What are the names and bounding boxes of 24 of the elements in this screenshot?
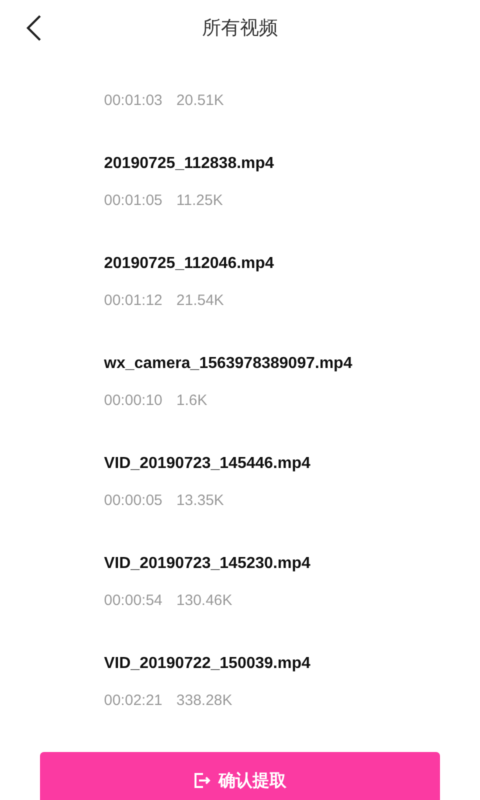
- export-icon: [194, 772, 210, 788]
- video-duration: 00:00:10: [104, 391, 162, 411]
- video-duration: 00:00:05: [104, 491, 162, 511]
- video-size: 338.28K: [176, 691, 232, 711]
- video-size: 130.46K: [176, 591, 232, 611]
- video-size: 11.25K: [176, 191, 223, 211]
- video-file-name: wx_camera_1563978389097.mp4: [104, 354, 354, 374]
- back-icon[interactable]: [24, 14, 44, 42]
- video-duration: 00:00:54: [104, 591, 162, 611]
- video-file-name: 20190725_112838.mp4: [104, 154, 275, 174]
- video-file-name: VID_20190723_145446.mp4: [104, 454, 312, 474]
- page-title: 所有视频: [202, 16, 278, 41]
- video-duration: 00:01:05: [104, 191, 162, 211]
- video-size: 13.35K: [176, 491, 224, 511]
- video-size: 20.51K: [176, 91, 224, 111]
- video-size: 21.54K: [176, 291, 224, 311]
- video-duration: 00:01:12: [104, 291, 162, 311]
- video-duration: 00:02:21: [104, 691, 162, 711]
- video-file-name: 20190725_112046.mp4: [104, 254, 275, 274]
- video-file-name: VID_20190723_145230.mp4: [104, 554, 312, 574]
- video-duration: 00:01:03: [104, 91, 162, 111]
- video-file-name: VID_20190722_150039.mp4: [104, 654, 312, 674]
- video-size: 1.6K: [176, 391, 208, 411]
- confirm-extract-button[interactable]: 确认提取: [40, 752, 440, 800]
